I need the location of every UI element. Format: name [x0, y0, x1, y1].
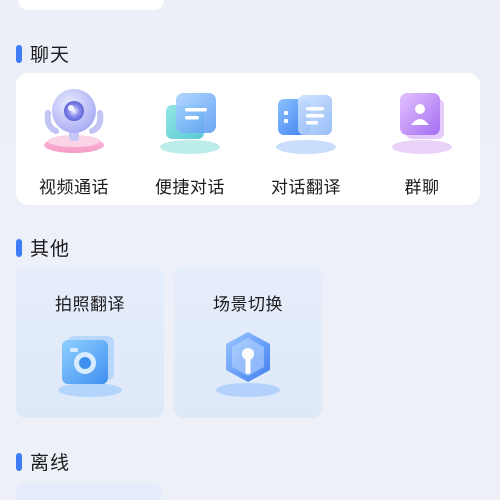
- photo-translate-label: 拍照翻译: [55, 295, 125, 315]
- video-call-icon: [36, 83, 112, 159]
- dialogue-translate-icon: [268, 83, 344, 159]
- group-chat-label: 群聊: [404, 178, 440, 198]
- section-title-text: 其他: [30, 238, 71, 260]
- quick-chat-button[interactable]: 便捷对话: [132, 73, 248, 205]
- section-title-offline: 离线: [16, 448, 70, 475]
- dialogue-translate-button[interactable]: 对话翻译: [248, 73, 364, 205]
- video-call-label: 视频通话: [39, 178, 109, 198]
- section-title-text: 离线: [30, 452, 71, 474]
- section-title-text: 聊天: [30, 44, 71, 66]
- group-chat-icon: [384, 83, 460, 159]
- quick-chat-label: 便捷对话: [155, 178, 225, 198]
- photo-translate-button[interactable]: 拍照翻译: [16, 266, 164, 418]
- previous-section-card[interactable]: [18, 0, 164, 10]
- group-chat-button[interactable]: 群聊: [364, 73, 480, 205]
- video-call-button[interactable]: 视频通话: [16, 73, 132, 205]
- app-page: 聊天 视频通话 便捷对话 对话翻译 群聊 其他 拍照翻译 场景切换 离线: [0, 0, 500, 500]
- scene-switch-button[interactable]: 场景切换: [174, 266, 322, 418]
- section-marker: [16, 44, 22, 63]
- dialogue-translate-label: 对话翻译: [271, 178, 341, 198]
- quick-chat-icon: [152, 83, 228, 159]
- section-marker: [16, 238, 22, 257]
- section-title-chat: 聊天: [16, 40, 70, 67]
- section-title-other: 其他: [16, 234, 70, 261]
- scene-switch-icon: [208, 322, 288, 402]
- chat-features-card: 视频通话 便捷对话 对话翻译 群聊: [16, 73, 480, 205]
- section-marker: [16, 452, 22, 471]
- photo-translate-icon: [50, 322, 130, 402]
- scene-switch-label: 场景切换: [213, 295, 283, 315]
- offline-feature-card[interactable]: [16, 482, 162, 500]
